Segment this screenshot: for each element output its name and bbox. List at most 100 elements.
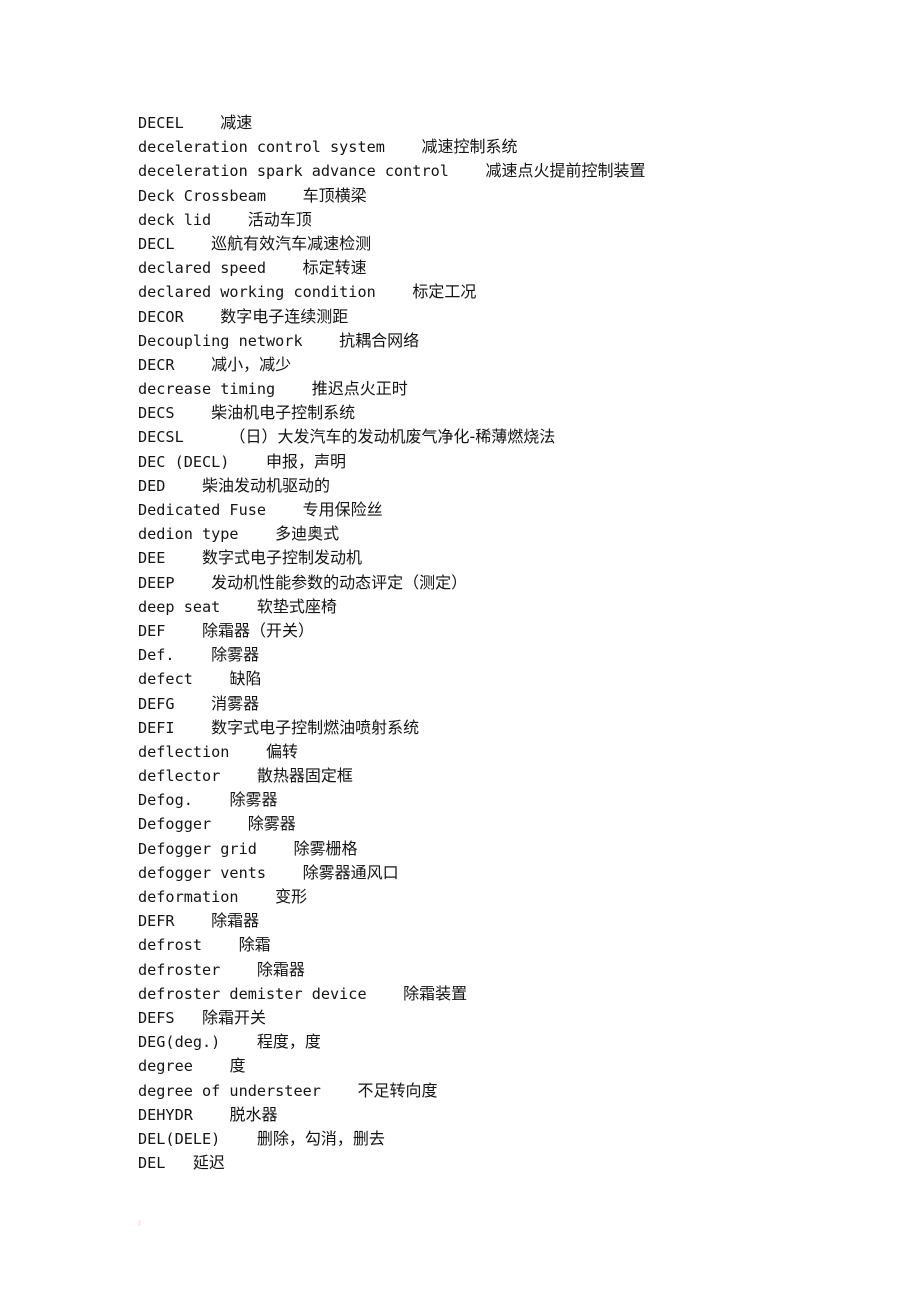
entry-separator: [175, 1009, 202, 1027]
entry-separator: [193, 791, 230, 809]
glossary-entry: deformation 变形: [138, 885, 878, 909]
entry-gloss: 除霜器: [256, 959, 305, 979]
entry-gloss: 减速控制系统: [421, 137, 518, 157]
entry-gloss: 数字电子连续测距: [220, 306, 349, 326]
glossary-entry: declared speed 标定转速: [138, 256, 878, 280]
entry-separator: [266, 501, 303, 519]
entry-term: defrost: [138, 936, 203, 955]
glossary-entry: deceleration control system 减速控制系统: [138, 135, 878, 159]
entry-term: deck lid: [138, 210, 212, 229]
glossary-entry: DEHYDR 脱水器: [138, 1103, 878, 1127]
glossary-entry: DECS 柴油机电子控制系统: [138, 401, 878, 425]
entry-gloss: 除雾器: [229, 790, 278, 810]
glossary-entry: DEE 数字式电子控制发动机: [138, 546, 878, 570]
entry-separator: [220, 767, 257, 785]
entry-term: DEFI: [138, 718, 175, 737]
glossary-entry: deceleration spark advance control 减速点火提…: [138, 159, 878, 183]
entry-term: DECOR: [138, 307, 184, 326]
entry-gloss: 除霜开关: [202, 1007, 267, 1027]
glossary-entry: DECSL （日）大发汽车的发动机废气净化-稀薄燃烧法: [138, 425, 878, 449]
entry-separator: [239, 888, 276, 906]
glossary-entry: Dedicated Fuse 专用保险丝: [138, 498, 878, 522]
entry-gloss: 度: [229, 1056, 246, 1076]
entry-separator: [193, 670, 230, 688]
entry-term: Decoupling network: [138, 331, 303, 350]
glossary-entry: Def. 除雾器: [138, 643, 878, 667]
entry-gloss: 柴油机电子控制系统: [211, 403, 356, 423]
entry-gloss: 专用保险丝: [302, 500, 383, 519]
entry-gloss: 减速: [220, 113, 253, 132]
entry-separator: [321, 1082, 358, 1100]
glossary-entry: defogger vents 除雾器通风口: [138, 861, 878, 885]
entry-term: deceleration spark advance control: [138, 162, 449, 181]
entry-term: DEL(DELE): [138, 1129, 221, 1148]
glossary-entry: DEFI 数字式电子控制燃油喷射系统: [138, 716, 878, 740]
entry-separator: [175, 235, 212, 253]
entry-separator: [175, 719, 212, 737]
entry-term: DEE: [138, 549, 166, 568]
entry-separator: [175, 695, 212, 713]
entry-gloss: 除霜器（开关）: [202, 620, 315, 640]
entry-gloss: 除雾器通风口: [302, 862, 399, 882]
entry-gloss: 删除，勾消，删去: [256, 1128, 385, 1148]
entry-term: DEFR: [138, 912, 175, 931]
entry-term: deceleration control system: [138, 138, 385, 157]
entry-term: DEFS: [138, 1008, 175, 1027]
entry-term: DEHYDR: [138, 1105, 193, 1124]
entry-separator: [184, 308, 221, 326]
glossary-entry: DEFS 除霜开关: [138, 1006, 878, 1030]
entry-gloss: 标定工况: [412, 282, 477, 302]
glossary-entry: declared working condition 标定工况: [138, 280, 878, 304]
entry-separator: [175, 356, 212, 374]
entry-gloss: 除雾器: [211, 645, 260, 665]
glossary-entry: Deck Crossbeam 车顶横梁: [138, 184, 878, 208]
entry-gloss: 除霜装置: [403, 983, 468, 1003]
glossary-entry: deflection 偏转: [138, 740, 878, 764]
entry-term: degree: [138, 1057, 193, 1076]
entry-separator: [175, 404, 212, 422]
entry-term: Defog.: [138, 791, 193, 810]
entry-separator: [165, 622, 202, 640]
glossary-entry: dedion type 多迪奥式: [138, 522, 878, 546]
entry-gloss: 标定转速: [302, 258, 367, 278]
entry-separator: [303, 332, 340, 350]
entry-separator: [184, 114, 221, 132]
entry-separator: [211, 815, 248, 833]
glossary-entry: DEFR 除霜器: [138, 909, 878, 933]
entry-separator: [275, 380, 312, 398]
entry-term: defroster: [138, 960, 221, 979]
entry-term: Deck Crossbeam: [138, 186, 267, 205]
glossary-entry: defroster demister device 除霜装置: [138, 982, 878, 1006]
entry-separator: [193, 1057, 230, 1075]
entry-gloss: 除雾器: [247, 814, 296, 834]
entry-gloss: 减小，减少: [211, 354, 292, 374]
entry-term: DECS: [138, 404, 175, 423]
glossary-entry: DEL 延迟: [138, 1151, 878, 1175]
entry-term: DECL: [138, 234, 175, 253]
entry-separator: [165, 1154, 192, 1172]
entry-separator: [449, 162, 486, 180]
glossary-entry: defroster 除霜器: [138, 958, 878, 982]
entry-gloss: 活动车顶: [247, 209, 312, 229]
entry-gloss: 延迟: [192, 1153, 225, 1173]
glossary-entry: defrost 除霜: [138, 933, 878, 957]
entry-separator: [220, 598, 257, 616]
entry-term: DED: [138, 476, 166, 495]
entry-term: DEF: [138, 621, 166, 640]
glossary-entry: DECR 减小，减少: [138, 353, 878, 377]
entry-separator: [175, 912, 212, 930]
entry-term: defroster demister device: [138, 984, 367, 1003]
entry-gloss: 脱水器: [229, 1104, 278, 1124]
document-page: DECEL 减速 deceleration control system 减速控制…: [0, 0, 920, 1302]
glossary-entry: deep seat 软垫式座椅: [138, 595, 878, 619]
entry-term: deformation: [138, 888, 239, 906]
entry-separator: [175, 574, 212, 592]
entry-separator: [184, 428, 230, 446]
glossary-entry: degree 度: [138, 1054, 878, 1078]
glossary-entry: Defogger 除雾器: [138, 812, 878, 836]
entry-separator: [220, 1130, 257, 1148]
entry-term: defect: [138, 670, 193, 689]
entry-separator: [193, 1106, 230, 1124]
entry-term: decrease timing: [138, 380, 276, 399]
entry-separator: [266, 259, 303, 277]
